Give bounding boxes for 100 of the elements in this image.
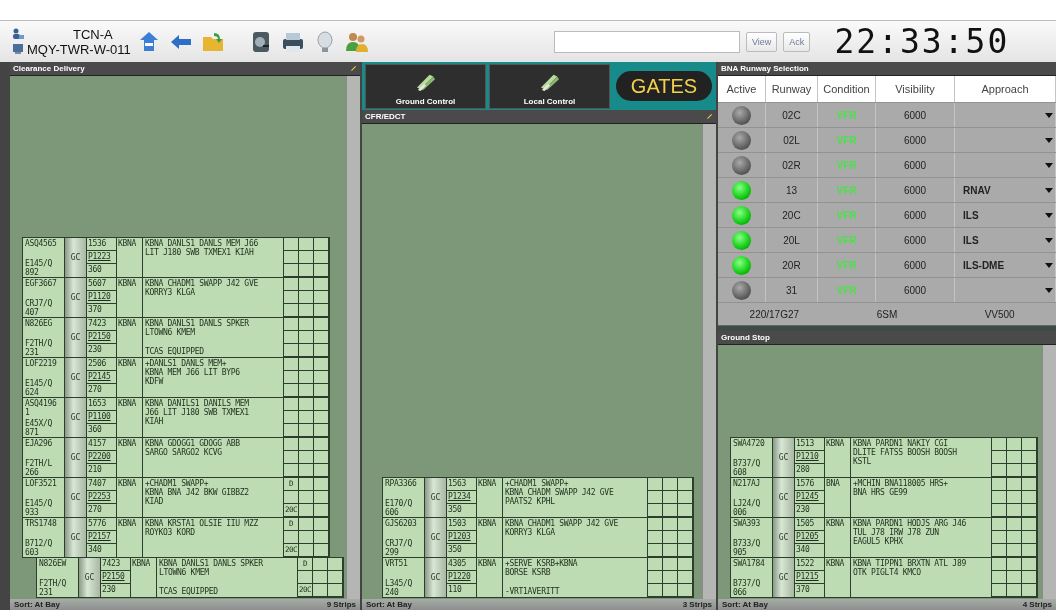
sort-label: Sort: At Bay (366, 600, 412, 609)
message-field[interactable] (554, 30, 740, 53)
controller-button[interactable]: GC (79, 558, 101, 597)
status-light[interactable] (732, 180, 751, 200)
callsign: EJA296 (25, 439, 53, 448)
controller-button[interactable]: GC (773, 438, 795, 477)
approach-dropdown[interactable]: ILS (955, 203, 1056, 227)
controller-button[interactable]: GC (65, 238, 87, 277)
callsign: RPA3366 (385, 479, 417, 488)
controller-button[interactable]: GC (65, 278, 87, 317)
status-light[interactable] (732, 230, 751, 250)
callsign: GJS6203 (385, 519, 417, 528)
table-cell: VFR (818, 278, 876, 302)
cid-number: 624 (25, 388, 39, 397)
controller-button[interactable]: GC (773, 558, 795, 597)
aircraft-type: F2TH/Q (39, 579, 67, 588)
approach-dropdown[interactable]: ILS-DME (955, 253, 1056, 277)
pencil-icon[interactable] (706, 113, 713, 120)
flight-strip[interactable]: N217AJ LJ24/Q 006 GC 1576 P1245 230 BNA +MCHIN BNA118005 HRS+ BNA HRS GE99 (730, 477, 1038, 518)
status-light[interactable] (732, 255, 751, 275)
bay-tab[interactable]: Ground Control (365, 63, 486, 109)
status-light[interactable] (732, 130, 751, 150)
scrollbar[interactable] (346, 76, 360, 599)
route-text: +DANLS1 DANLS MEM+ (145, 359, 227, 368)
table-cell: 31 (766, 278, 818, 302)
column-header: Active (718, 76, 766, 102)
controller-button[interactable]: GC (65, 518, 87, 557)
proposed-time: P2200 (87, 451, 117, 464)
aircraft-type: L345/Q (385, 579, 413, 588)
route-text: +CHADM1 SWAPP+ (505, 479, 569, 488)
flight-strip[interactable]: SWA4720 B737/Q 608 GC 1513 P1210 280 KBNA KBNA PARDN1 NAKIY CGI DLITE FATSS BOOSH BOOSH KSTL (730, 437, 1038, 478)
sort-label: Sort: At Bay (14, 600, 60, 609)
flight-strip[interactable]: LOF2219 E145/Q 624 GC 2506 P2145 270 KBNA +DANLS1 DANLS MEM+ KBNA MEM J66 LIT BYP6 KDFW (22, 357, 330, 398)
status-light[interactable] (732, 105, 751, 125)
controller-button[interactable]: GC (425, 478, 447, 517)
controller-button[interactable]: GC (773, 478, 795, 517)
approach-dropdown[interactable]: RNAV (955, 178, 1056, 202)
flight-strip[interactable]: SWA393 B733/Q 905 GC 1505 P1205 340 KBNA KBNA PARDN1 HODJS ARG J46 TUL J78 IRW J78 ZUN EAGUL5 KPHX (730, 517, 1038, 558)
altitude: 110 (447, 584, 477, 597)
gates-button[interactable]: GATES (616, 71, 712, 101)
route-text: KBNA GDOGG1 GDOGG ABB (145, 439, 240, 448)
route-text: EAGUL5 KPHX (853, 537, 903, 546)
controller-button[interactable]: GC (65, 318, 87, 357)
callsign: ASQ4565 (25, 239, 57, 248)
toolbar-button[interactable]: View (746, 31, 778, 52)
status-light[interactable] (732, 155, 751, 175)
controller-button[interactable]: GC (65, 478, 87, 517)
beacon-code: 1536 (87, 238, 117, 251)
callsign: SWA393 (733, 519, 761, 528)
status-light[interactable] (732, 205, 751, 225)
cid-number: 231 (25, 348, 39, 357)
table-cell: 20R (766, 253, 818, 277)
route-text: KORRY3 KLGA (505, 528, 555, 537)
flight-strip[interactable]: GJS6203 CRJ7/Q 299 GC 1503 P1203 350 KBNA KBNA CHADM1 SWAPP J42 GVE KORRY3 KLGA (382, 517, 694, 558)
flight-strip[interactable]: VRT51 L345/Q 240 GC 4305 P1220 110 KBNA +SERVE KSRB+KBNA BORSE KSRB -VRT1AVERITT (382, 557, 694, 598)
proposed-time: P2150 (87, 331, 117, 344)
proposed-time: P2150 (101, 571, 131, 584)
remark-text: TCAS EQUIPPED (159, 587, 218, 596)
aircraft-type: F2TH/Q (25, 339, 53, 348)
route-text: KBNA DANILS1 DANILS MEM (145, 399, 249, 408)
bay-tab[interactable]: Local Control (489, 63, 610, 109)
proposed-time: P1205 (795, 531, 825, 544)
route-text: KSTL (853, 457, 872, 466)
flight-strip[interactable]: EGF3667 CRJ7/Q 407 GC 5607 P1120 370 KBNA KBNA CHADM1 SWAPP J42 GVE KORRY3 KLGA (22, 277, 330, 318)
route-text: BNA HRS GE99 (853, 488, 908, 497)
route-text: KBNA DANLS1 DANLS SPKER (145, 319, 249, 328)
flight-strip[interactable]: RPA3366 E170/Q 606 GC 1563 P1234 350 KBNA +CHADM1 SWAPP+ KBNA CHADM SWAPP J42 GVE PAATS2 KPHL (382, 477, 694, 518)
controller-button[interactable]: GC (773, 518, 795, 557)
toolbar-button[interactable]: Ack (783, 31, 811, 52)
remark-text: TCAS EQUIPPED (145, 347, 204, 356)
cid-number: 905 (733, 548, 747, 557)
approach-dropdown[interactable]: ILS (955, 228, 1056, 252)
status-light[interactable] (732, 280, 751, 300)
aircraft-type: CRJ7/Q (385, 539, 413, 548)
aircraft-type: CRJ7/Q (25, 299, 53, 308)
controller-button[interactable]: GC (65, 358, 87, 397)
controller-button[interactable]: GC (425, 558, 447, 597)
flight-strip[interactable]: SWA1784 B737/Q 066 GC 1522 P1215 370 KBNA KBNA TIPPN1 BRXTN ATL J89 OTK PIGLT4 KMCO (730, 557, 1038, 598)
controller-button[interactable]: GC (65, 398, 87, 437)
flight-strip[interactable]: EJA296 F2TH/L 266 GC 4157 P2200 210 KBNA KBNA GDOGG1 GDOGG ABB SARGO SARGO2 KCVG (22, 437, 330, 478)
computer-icon (12, 43, 24, 55)
flight-strip[interactable]: ASQ4196 1 E45X/Q 871 GC 1653 P1100 360 KBNA KBNA DANILS1 DANILS MEM J66 LIT J180 SWB TXMEX1 KIAH (22, 397, 330, 438)
beacon-code: 7423 (101, 558, 131, 571)
aircraft-type: E170/Q (385, 499, 413, 508)
route-text: KIAD (145, 497, 164, 506)
cid-number: 603 (25, 548, 39, 557)
scrollbar[interactable] (1042, 345, 1056, 599)
controller-button[interactable]: GC (65, 438, 87, 477)
beacon-code: 5776 (87, 518, 117, 531)
cid-number: 933 (25, 508, 39, 517)
remark-text: -VRT1AVERITT (505, 587, 560, 596)
caret-icon (1045, 237, 1053, 243)
controller-button[interactable]: GC (425, 518, 447, 557)
flight-strip[interactable]: ASQ4565 E145/Q 892 GC 1536 P1223 360 KBNA KBNA DANLS1 DANLS MEM J66 LIT J180 SWB TXMEX1 KIAH (22, 237, 330, 278)
cid-number: 892 (25, 268, 39, 277)
scrollbar[interactable] (702, 124, 716, 599)
flight-strip[interactable]: N826EG F2TH/Q 231 GC 7423 P2150 230 KBNA KBNA DANLS1 DANLS SPKER LTOWN6 KMEM TCAS EQUIPPED (22, 317, 330, 358)
pencil-icon[interactable] (350, 65, 357, 72)
cid-number: 606 (385, 508, 399, 517)
weather-value: VV500 (983, 308, 1016, 320)
